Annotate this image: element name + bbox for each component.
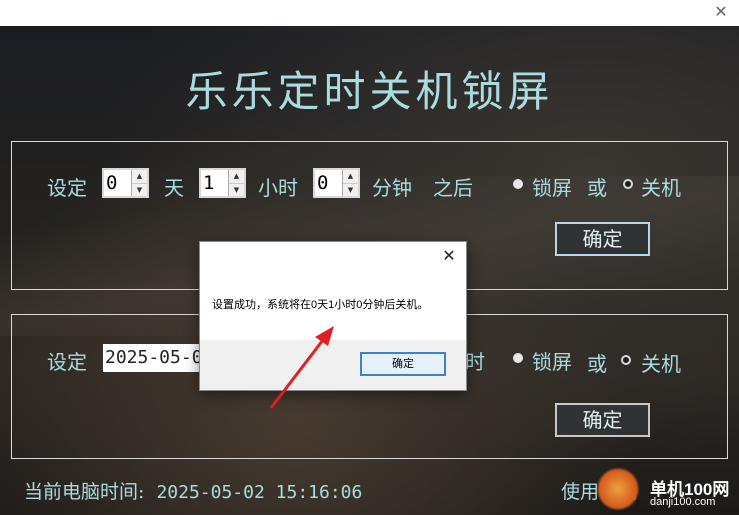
- dialog-ok-button[interactable]: 确定: [360, 352, 446, 376]
- minutes-spinner[interactable]: 0 ▲ ▼: [313, 168, 360, 198]
- datetime-or-label: 或: [587, 352, 607, 376]
- watermark-logo-icon: [596, 467, 640, 511]
- dialog-close-icon[interactable]: ✕: [441, 246, 457, 266]
- current-time-label: 当前电脑时间:: [24, 481, 145, 503]
- countdown-confirm-button[interactable]: 确定: [555, 222, 650, 256]
- hours-unit-label: 小时: [258, 176, 298, 200]
- datetime-confirm-button[interactable]: 确定: [555, 403, 650, 437]
- datetime-shutdown-radio[interactable]: [621, 355, 631, 365]
- datetime-picker[interactable]: 2025-05-0: [103, 344, 205, 372]
- days-down-arrow-icon[interactable]: ▼: [132, 184, 147, 197]
- minutes-up-arrow-icon[interactable]: ▲: [343, 170, 358, 184]
- app-title: 乐乐定时关机锁屏: [185, 67, 554, 116]
- shutdown-radio[interactable]: [623, 179, 633, 189]
- lock-option-label[interactable]: 锁屏: [532, 172, 572, 201]
- minutes-down-arrow-icon[interactable]: ▼: [343, 184, 358, 197]
- dialog-footer: 确定: [200, 340, 466, 390]
- datetime-shutdown-option-label[interactable]: 关机: [641, 348, 681, 377]
- window-titlebar: ✕: [0, 0, 739, 26]
- success-dialog: ✕ 设置成功，系统将在0天1小时0分钟后关机。 确定: [199, 241, 467, 391]
- dialog-message: 设置成功，系统将在0天1小时0分钟后关机。: [212, 299, 429, 311]
- shutdown-option-label[interactable]: 关机: [641, 172, 681, 201]
- hours-spinner[interactable]: 1 ▲ ▼: [199, 168, 246, 198]
- minutes-value[interactable]: 0: [317, 172, 328, 194]
- datetime-lock-option-label[interactable]: 锁屏: [532, 346, 572, 375]
- hours-up-arrow-icon[interactable]: ▲: [229, 170, 244, 184]
- after-label: 之后: [433, 176, 473, 200]
- datetime-hour-unit-label: 时: [465, 350, 485, 374]
- days-value[interactable]: 0: [106, 172, 117, 194]
- hours-down-arrow-icon[interactable]: ▼: [229, 184, 244, 197]
- lock-radio-selected[interactable]: [513, 179, 523, 189]
- days-spinner[interactable]: 0 ▲ ▼: [102, 168, 149, 198]
- days-up-arrow-icon[interactable]: ▲: [132, 170, 147, 184]
- minutes-unit-label: 分钟: [372, 176, 412, 200]
- countdown-prefix-label: 设定: [47, 176, 87, 200]
- hours-value[interactable]: 1: [203, 172, 214, 194]
- window-close-icon[interactable]: ✕: [711, 2, 731, 22]
- watermark-site-url: danji100.com: [650, 496, 716, 508]
- current-time-status: 当前电脑时间: 2025-05-02 15:16:06: [24, 477, 362, 504]
- current-time-value: 2025-05-02 15:16:06: [156, 482, 363, 503]
- days-unit-label: 天: [164, 176, 184, 200]
- or-label: 或: [587, 176, 607, 200]
- datetime-lock-radio-selected[interactable]: [513, 353, 523, 363]
- datetime-prefix-label: 设定: [47, 350, 87, 374]
